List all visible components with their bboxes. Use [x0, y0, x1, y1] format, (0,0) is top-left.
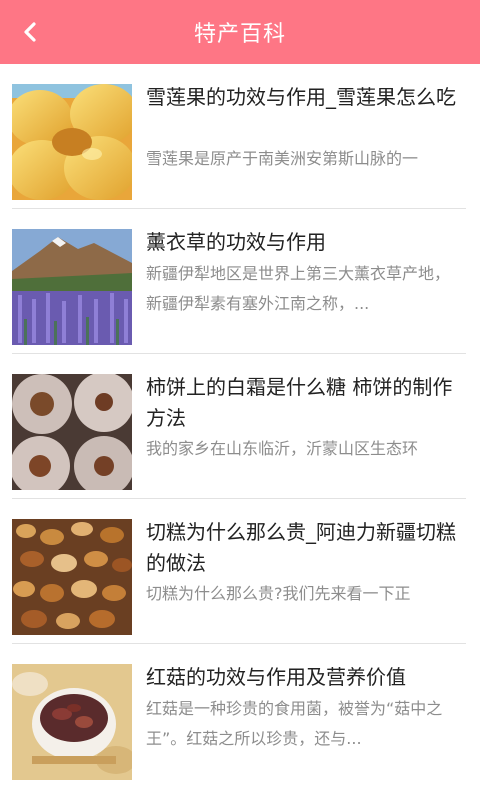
list-item[interactable]: 薰衣草的功效与作用 新疆伊犁地区是世界上第三大薰衣草产地，新疆伊犁素有塞外江南之… [0, 209, 480, 354]
chevron-left-icon [24, 22, 36, 42]
article-thumbnail [12, 84, 132, 200]
list-item[interactable]: 切糕为什么那么贵_阿迪力新疆切糕的做法 切糕为什么那么贵?我们先来看一下正 [0, 499, 480, 644]
article-thumbnail [12, 664, 132, 780]
article-thumbnail [12, 374, 132, 490]
article-desc: 切糕为什么那么贵?我们先来看一下正 [146, 584, 411, 603]
article-title: 雪莲果的功效与作用_雪莲果怎么吃 [146, 85, 456, 109]
article-desc: 我的家乡在山东临沂，沂蒙山区生态环 [146, 439, 419, 458]
list-item[interactable]: 红菇的功效与作用及营养价值 红菇是一种珍贵的食用菌，被誉为“菇中之王”。红菇之所… [0, 644, 480, 789]
article-thumbnail [12, 229, 132, 345]
page-title: 特产百科 [193, 22, 286, 47]
back-button[interactable] [16, 18, 44, 46]
list-item[interactable]: 雪莲果的功效与作用_雪莲果怎么吃 雪莲果是原产于南美洲安第斯山脉的一 [0, 64, 480, 209]
article-thumbnail [12, 519, 132, 635]
article-title: 红菇的功效与作用及营养价值 [146, 665, 406, 689]
article-desc: 雪莲果是原产于南美洲安第斯山脉的一 [146, 149, 419, 168]
article-list: 雪莲果的功效与作用_雪莲果怎么吃 雪莲果是原产于南美洲安第斯山脉的一 薰衣草的功… [0, 64, 480, 789]
app-header: 特产百科 [0, 0, 480, 64]
article-title: 柿饼上的白霜是什么糖 柿饼的制作方法 [146, 375, 453, 430]
list-item[interactable]: 柿饼上的白霜是什么糖 柿饼的制作方法 我的家乡在山东临沂，沂蒙山区生态环 [0, 354, 480, 499]
article-title: 切糕为什么那么贵_阿迪力新疆切糕的做法 [146, 520, 456, 575]
article-desc: 红菇是一种珍贵的食用菌，被誉为“菇中之王”。红菇之所以珍贵，还与... [146, 699, 443, 748]
article-desc: 新疆伊犁地区是世界上第三大薰衣草产地，新疆伊犁素有塞外江南之称，... [146, 264, 451, 313]
article-title: 薰衣草的功效与作用 [146, 230, 326, 254]
